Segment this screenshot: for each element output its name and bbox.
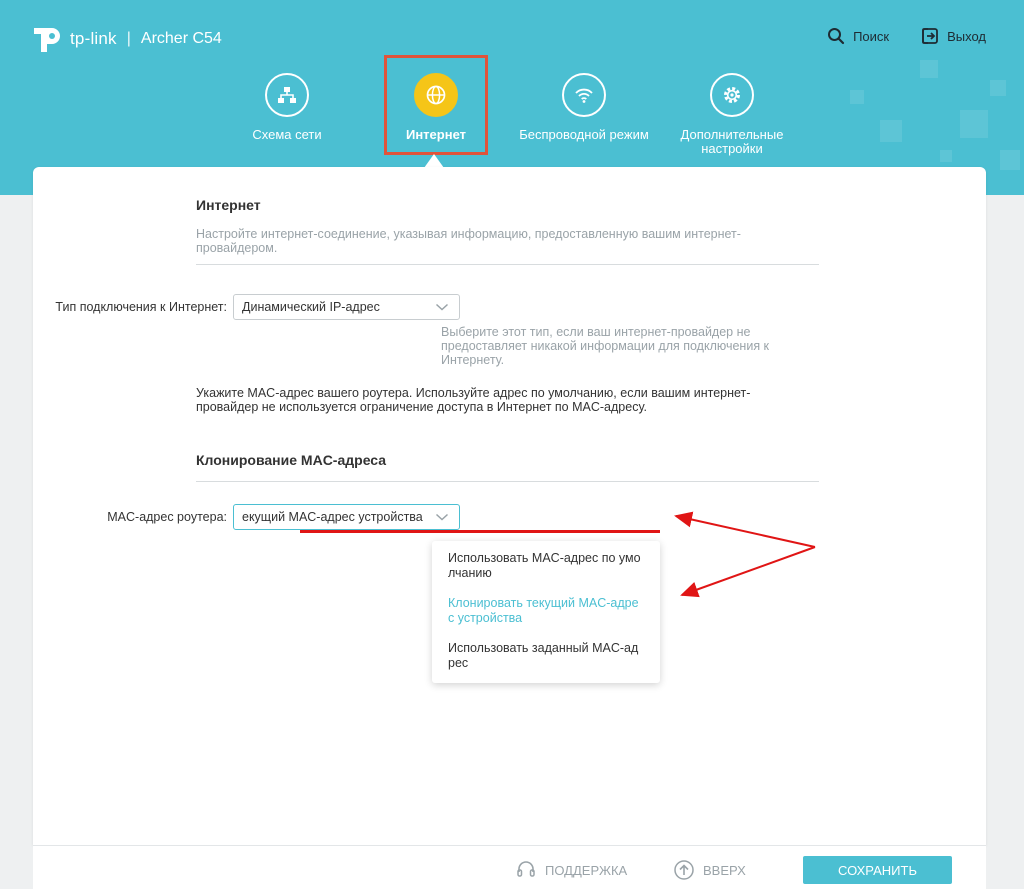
logout-button[interactable]: Выход bbox=[921, 27, 986, 45]
connection-type-value: Динамический IP-адрес bbox=[242, 300, 380, 314]
brand-separator: | bbox=[126, 30, 131, 47]
support-link[interactable]: ПОДДЕРЖКА bbox=[515, 859, 627, 881]
nav-label: Схема сети bbox=[252, 127, 322, 142]
brand-name: tp-link bbox=[70, 29, 117, 48]
model-name: Archer C54 bbox=[140, 30, 222, 47]
connection-type-hint: Выберите этот тип, если ваш интернет-про… bbox=[441, 325, 770, 367]
search-icon bbox=[828, 28, 845, 45]
nav-advanced[interactable]: Дополнительные настройки bbox=[662, 73, 802, 156]
chevron-down-icon bbox=[435, 513, 449, 521]
section-title-mac-clone: Клонирование MAC-адреса bbox=[196, 452, 387, 468]
section-title-internet: Интернет bbox=[196, 197, 261, 213]
active-tab-pointer bbox=[424, 154, 444, 168]
gear-icon bbox=[710, 73, 754, 117]
logout-icon bbox=[922, 28, 938, 44]
divider bbox=[196, 481, 819, 482]
search-label: Поиск bbox=[853, 28, 890, 44]
router-mac-select[interactable]: екущий MAC-адрес устройства bbox=[233, 504, 460, 530]
active-tab-highlight bbox=[384, 55, 488, 155]
arrow-up-icon bbox=[674, 860, 694, 880]
top-actions: Поиск Выход bbox=[827, 27, 986, 45]
main-nav: Схема сети Интернет Беспроводной режим Д… bbox=[0, 73, 1024, 173]
nav-label: Дополнительные настройки bbox=[680, 127, 784, 156]
back-to-top-link[interactable]: ВВЕРХ bbox=[673, 859, 746, 881]
support-label: ПОДДЕРЖКА bbox=[545, 862, 628, 878]
wifi-icon bbox=[562, 73, 606, 117]
chevron-down-icon bbox=[435, 303, 449, 311]
header-bar: tp-link | Archer C54 Поиск Выход Схема с… bbox=[0, 0, 1024, 195]
settings-panel: Интернет Настройте интернет-соединение, … bbox=[33, 167, 986, 845]
save-button[interactable]: СОХРАНИТЬ bbox=[803, 856, 952, 884]
mac-options-dropdown: Использовать MAC-адрес по умолчанию Клон… bbox=[432, 541, 660, 683]
mac-clone-section: Клонирование MAC-адреса bbox=[196, 452, 819, 482]
option-clone-mac[interactable]: Клонировать текущий MAC-адрес устройства bbox=[432, 596, 660, 626]
connection-type-select[interactable]: Динамический IP-адрес bbox=[233, 294, 460, 320]
connection-type-label: Тип подключения к Интернет: bbox=[55, 300, 227, 314]
option-default-mac[interactable]: Использовать MAC-адрес по умолчанию bbox=[432, 551, 660, 581]
network-map-icon bbox=[265, 73, 309, 117]
annotation-underline bbox=[300, 530, 660, 533]
section-description: Настройте интернет-соединение, указывая … bbox=[196, 227, 741, 255]
option-custom-mac[interactable]: Использовать заданный MAC-адрес bbox=[432, 641, 660, 671]
divider bbox=[196, 264, 819, 265]
tp-link-logo-icon bbox=[34, 28, 60, 52]
nav-label: Беспроводной режим bbox=[519, 127, 649, 142]
logout-label: Выход bbox=[947, 28, 986, 44]
headset-icon bbox=[517, 861, 535, 877]
footer-bar: ПОДДЕРЖКА ВВЕРХ СОХРАНИТЬ bbox=[33, 845, 986, 889]
mac-note: Укажите MAC-адрес вашего роутера. Исполь… bbox=[196, 386, 751, 414]
router-mac-row: MAC-адрес роутера: екущий MAC-адрес устр… bbox=[0, 504, 460, 530]
search-button[interactable]: Поиск bbox=[827, 27, 889, 45]
brand: tp-link | Archer C54 bbox=[30, 24, 222, 54]
nav-wireless[interactable]: Беспроводной режим bbox=[514, 73, 654, 142]
nav-network-map[interactable]: Схема сети bbox=[217, 73, 357, 142]
internet-section: Интернет Настройте интернет-соединение, … bbox=[196, 197, 819, 265]
connection-type-row: Тип подключения к Интернет: Динамический… bbox=[0, 294, 460, 320]
router-mac-label: MAC-адрес роутера: bbox=[107, 510, 227, 524]
top-label: ВВЕРХ bbox=[703, 862, 746, 878]
router-mac-value: екущий MAC-адрес устройства bbox=[242, 510, 423, 524]
